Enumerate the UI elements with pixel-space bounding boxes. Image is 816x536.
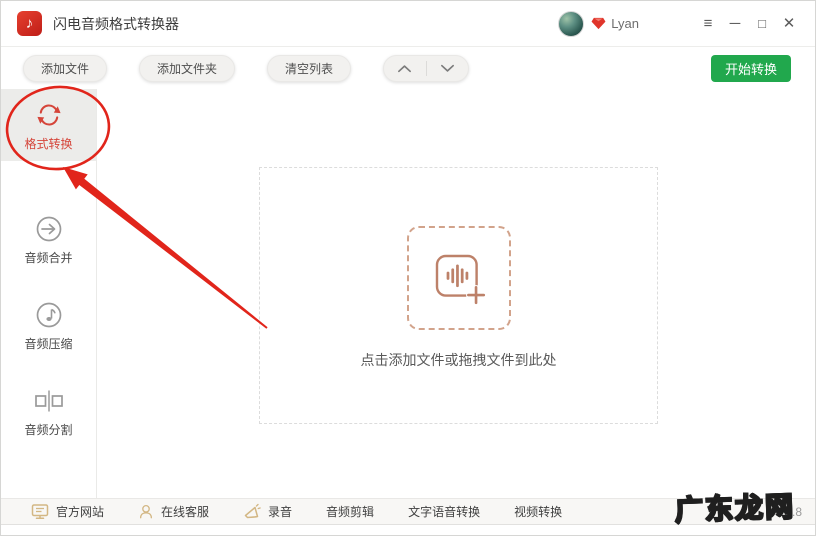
sidebar-item-label: 音频压缩 xyxy=(24,336,73,351)
merge-arrow-icon xyxy=(34,213,64,245)
sidebar: 格式转换 音频合并 音频压缩 音频分割 xyxy=(1,89,97,498)
app-window: ♪ 闪电音频格式转换器 Lyan ≡ ─ □ ✕ 添加文件 添加文件夹 清空列表 xyxy=(0,0,816,536)
footer-link-label: 音频剪辑 xyxy=(326,505,375,519)
audio-wave-plus-icon xyxy=(435,254,486,305)
music-note-circle-icon xyxy=(34,299,64,331)
title-bar: ♪ 闪电音频格式转换器 Lyan ≡ ─ □ ✕ xyxy=(1,1,815,47)
start-convert-button[interactable]: 开始转换 xyxy=(711,55,791,82)
main-panel: 点击添加文件或拖拽文件到此处 xyxy=(97,89,815,498)
chevron-up-icon xyxy=(398,64,412,72)
window-controls: ≡ ─ □ ✕ xyxy=(691,13,799,35)
footer-link-label: 视频转换 xyxy=(514,505,563,519)
vip-gem-icon xyxy=(591,17,606,30)
footer-link-customer-service[interactable]: 在线客服 xyxy=(138,503,209,520)
footer-link-official-site[interactable]: 官方网站 xyxy=(31,503,104,520)
sidebar-item-label: 音频合并 xyxy=(24,250,73,265)
sidebar-item-audio-compress[interactable]: 音频压缩 xyxy=(1,289,96,361)
username[interactable]: Lyan xyxy=(611,16,639,31)
app-logo-icon: ♪ xyxy=(17,11,42,36)
clear-list-button[interactable]: 清空列表 xyxy=(267,54,352,82)
footer-link-recording[interactable]: 录音 xyxy=(243,503,292,520)
add-file-button[interactable]: 添加文件 xyxy=(23,54,108,82)
move-down-button[interactable] xyxy=(427,56,469,81)
user-avatar[interactable] xyxy=(558,10,585,37)
minimize-icon[interactable]: ─ xyxy=(725,13,745,35)
app-title: 闪电音频格式转换器 xyxy=(53,15,179,32)
chevron-down-icon xyxy=(440,64,454,72)
footer-link-label: 录音 xyxy=(268,505,293,519)
monitor-icon xyxy=(31,503,49,520)
footer-link-video-convert[interactable]: 视频转换 xyxy=(514,503,562,520)
sidebar-item-audio-split[interactable]: 音频分割 xyxy=(1,375,96,447)
footer-link-label: 文字语音转换 xyxy=(408,505,481,519)
split-squares-icon xyxy=(33,385,65,417)
add-files-target[interactable] xyxy=(406,226,511,330)
sidebar-item-label: 格式转换 xyxy=(24,136,73,151)
menu-icon[interactable]: ≡ xyxy=(698,13,718,35)
close-icon[interactable]: ✕ xyxy=(779,13,799,35)
move-up-button[interactable] xyxy=(384,56,426,81)
sidebar-item-format-convert[interactable]: 格式转换 xyxy=(1,89,96,161)
megaphone-icon xyxy=(243,503,261,520)
footer-bar: 官方网站 在线客服 录音 音频剪辑 文字语音转换 视频转换 xyxy=(1,498,815,525)
file-drop-zone[interactable]: 点击添加文件或拖拽文件到此处 xyxy=(259,167,658,424)
reorder-buttons xyxy=(383,54,470,82)
maximize-icon[interactable]: □ xyxy=(752,13,772,35)
drop-zone-hint: 点击添加文件或拖拽文件到此处 xyxy=(360,352,557,368)
footer-link-text-to-speech[interactable]: 文字语音转换 xyxy=(408,503,480,520)
footer-link-label: 官方网站 xyxy=(56,505,105,519)
version-text: .2.8 xyxy=(781,505,802,519)
sidebar-item-audio-merge[interactable]: 音频合并 xyxy=(1,203,96,275)
footer-link-label: 在线客服 xyxy=(161,505,210,519)
sidebar-item-label: 音频分割 xyxy=(24,422,73,437)
add-folder-button[interactable]: 添加文件夹 xyxy=(139,54,236,82)
footer-link-audio-edit[interactable]: 音频剪辑 xyxy=(326,503,374,520)
person-icon xyxy=(138,503,154,520)
sync-convert-icon xyxy=(34,99,64,131)
toolbar: 添加文件 添加文件夹 清空列表 开始转换 xyxy=(1,47,815,89)
